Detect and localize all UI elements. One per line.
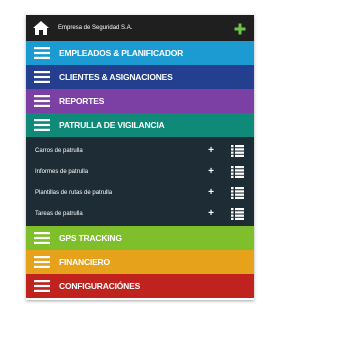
menu-patrulla[interactable]: PATRULLA DE VIGILANCIA (26, 113, 254, 137)
submenu-item[interactable]: Informes de patrulla + (26, 161, 254, 182)
header-bar: Empresa de Seguridad S.A. (26, 15, 254, 41)
submenu-item[interactable]: Tareas de patrulla + (26, 203, 254, 224)
submenu-item[interactable]: Plantillas de rutas de patrulla + (26, 182, 254, 203)
menu-icon (34, 119, 50, 131)
list-icon[interactable] (231, 144, 244, 157)
menu-icon (34, 95, 50, 107)
menu-clientes-label: CLIENTES & ASIGNACIONES (59, 72, 173, 82)
menu-financiero-label: FINANCIERO (59, 257, 110, 267)
submenu-item[interactable]: Carros de patrulla + (26, 140, 254, 161)
menu-icon (34, 280, 50, 292)
menu-gps-label: GPS TRACKING (59, 233, 122, 243)
menu-clientes[interactable]: CLIENTES & ASIGNACIONES (26, 65, 254, 89)
list-icon[interactable] (231, 207, 244, 220)
menu-configuraciones-label: CONFIGURACIÓNES (59, 281, 141, 291)
menu-empleados-label: EMPLEADOS & PLANIFICADOR (59, 48, 184, 58)
submenu-item-label: Carros de patrulla (35, 147, 83, 154)
menu-icon (34, 232, 50, 244)
add-item-button[interactable]: + (205, 208, 217, 219)
navigation-panel: Empresa de Seguridad S.A. EMPLEADOS & PL… (26, 15, 254, 300)
menu-icon (34, 47, 50, 59)
menu-patrulla-label: PATRULLA DE VIGILANCIA (59, 120, 165, 130)
menu-icon (34, 256, 50, 268)
menu-reportes[interactable]: REPORTES (26, 89, 254, 113)
menu-reportes-label: REPORTES (59, 96, 105, 106)
home-icon[interactable] (32, 20, 50, 36)
add-item-button[interactable]: + (205, 166, 217, 177)
add-icon[interactable] (234, 22, 246, 35)
menu-gps[interactable]: GPS TRACKING (26, 226, 254, 250)
list-icon[interactable] (231, 186, 244, 199)
menu-empleados[interactable]: EMPLEADOS & PLANIFICADOR (26, 41, 254, 65)
company-name: Empresa de Seguridad S.A. (58, 25, 133, 31)
patrulla-submenu: Carros de patrulla + Informes de patrull… (26, 137, 254, 226)
menu-icon (34, 71, 50, 83)
submenu-item-label: Plantillas de rutas de patrulla (35, 189, 113, 196)
submenu-item-label: Tareas de patrulla (35, 210, 83, 217)
add-item-button[interactable]: + (205, 145, 217, 156)
menu-configuraciones[interactable]: CONFIGURACIÓNES (26, 274, 254, 298)
submenu-item-label: Informes de patrulla (35, 168, 89, 175)
add-item-button[interactable]: + (205, 187, 217, 198)
list-icon[interactable] (231, 165, 244, 178)
menu-financiero[interactable]: FINANCIERO (26, 250, 254, 274)
